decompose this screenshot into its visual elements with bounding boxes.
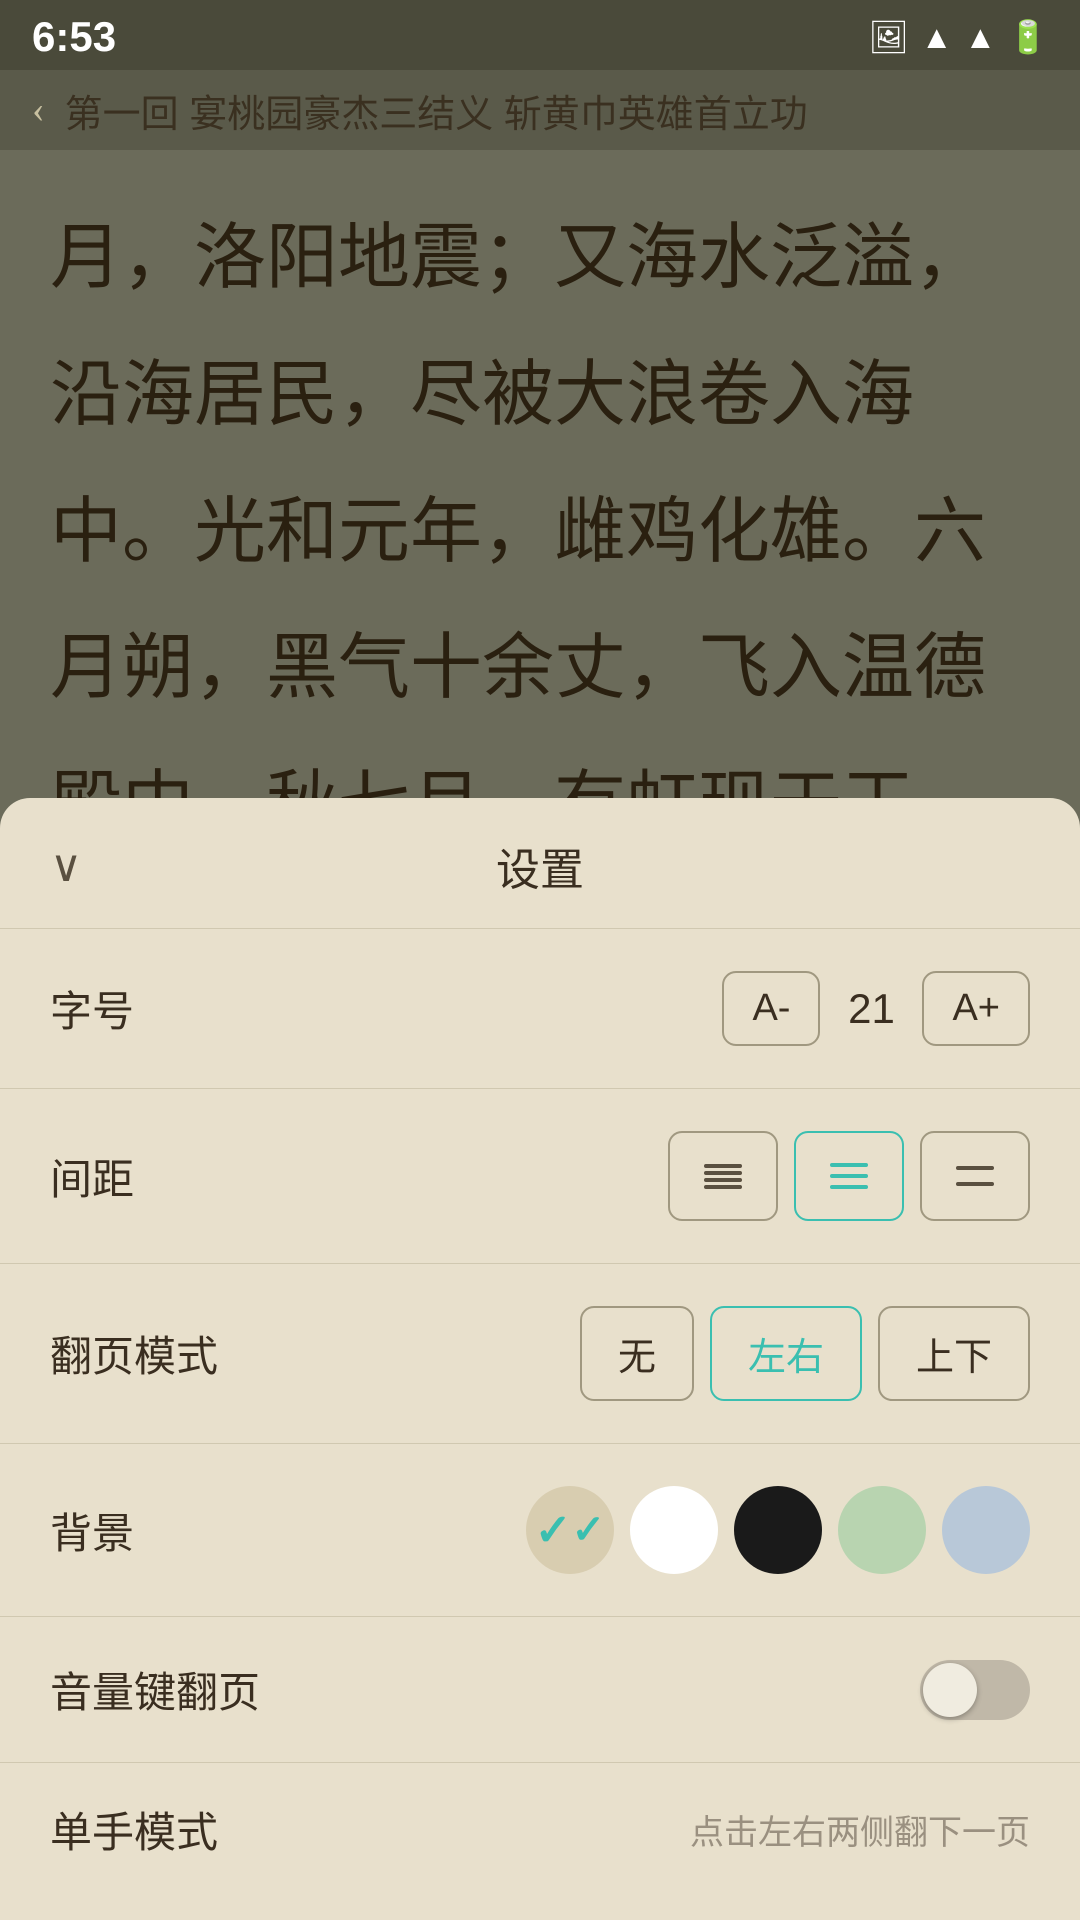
page-mode-controls: 无 左右 上下: [580, 1306, 1030, 1401]
bg-beige-button[interactable]: ✓: [526, 1486, 614, 1574]
battery-icon: 🔋: [1008, 18, 1048, 56]
signal-icon: ▲: [964, 19, 996, 56]
spacing-tight-button[interactable]: [668, 1131, 778, 1221]
top-nav: ‹ 第一回 宴桃园豪杰三结义 斩黄巾英雄首立功: [0, 70, 1080, 150]
wifi-icon: ▲: [921, 19, 953, 56]
background-label: 背景: [50, 1500, 134, 1561]
settings-title: 设置: [496, 834, 584, 898]
font-size-value: 21: [836, 985, 906, 1033]
bg-blue-button[interactable]: [942, 1486, 1030, 1574]
bg-green-button[interactable]: [838, 1486, 926, 1574]
volume-flip-toggle[interactable]: [920, 1660, 1030, 1720]
font-size-row: 字号 A- 21 A+: [0, 929, 1080, 1089]
spacing-loose-button[interactable]: [920, 1131, 1030, 1221]
volume-flip-label: 音量键翻页: [50, 1659, 260, 1720]
spacing-label: 间距: [50, 1146, 134, 1207]
page-mode-ud-button[interactable]: 上下: [878, 1306, 1030, 1401]
font-decrease-button[interactable]: A-: [722, 971, 820, 1046]
single-hand-row: 单手模式 点击左右两侧翻下一页: [0, 1763, 1080, 1880]
settings-panel: ∨ 设置 字号 A- 21 A+ 间距: [0, 798, 1080, 1920]
image-icon: 🖼: [868, 18, 909, 56]
chapter-title: 第一回 宴桃园豪杰三结义 斩黄巾英雄首立功: [65, 83, 808, 138]
spacing-medium-button[interactable]: [794, 1131, 904, 1221]
background-row: 背景 ✓: [0, 1444, 1080, 1617]
status-icons: 🖼 ▲ ▲ 🔋: [868, 18, 1048, 56]
bg-black-button[interactable]: [734, 1486, 822, 1574]
volume-flip-row: 音量键翻页: [0, 1617, 1080, 1763]
page-mode-row: 翻页模式 无 左右 上下: [0, 1264, 1080, 1444]
single-hand-hint: 点击左右两侧翻下一页: [690, 1805, 1030, 1854]
bg-white-button[interactable]: [630, 1486, 718, 1574]
background-controls: ✓: [526, 1486, 1030, 1574]
back-button[interactable]: ‹: [32, 88, 45, 132]
page-mode-lr-button[interactable]: 左右: [710, 1306, 862, 1401]
toggle-knob: [923, 1663, 977, 1717]
spacing-row: 间距: [0, 1089, 1080, 1264]
status-bar: 6:53 🖼 ▲ ▲ 🔋: [0, 0, 1080, 70]
collapse-button[interactable]: ∨: [50, 841, 82, 892]
status-time: 6:53: [32, 13, 116, 61]
page-mode-none-button[interactable]: 无: [580, 1306, 694, 1401]
font-size-controls: A- 21 A+: [722, 971, 1030, 1046]
single-hand-label: 单手模式: [50, 1799, 218, 1860]
font-size-label: 字号: [50, 978, 134, 1039]
font-increase-button[interactable]: A+: [922, 971, 1030, 1046]
page-mode-label: 翻页模式: [50, 1323, 218, 1384]
spacing-controls: [668, 1131, 1030, 1221]
settings-header: ∨ 设置: [0, 798, 1080, 929]
